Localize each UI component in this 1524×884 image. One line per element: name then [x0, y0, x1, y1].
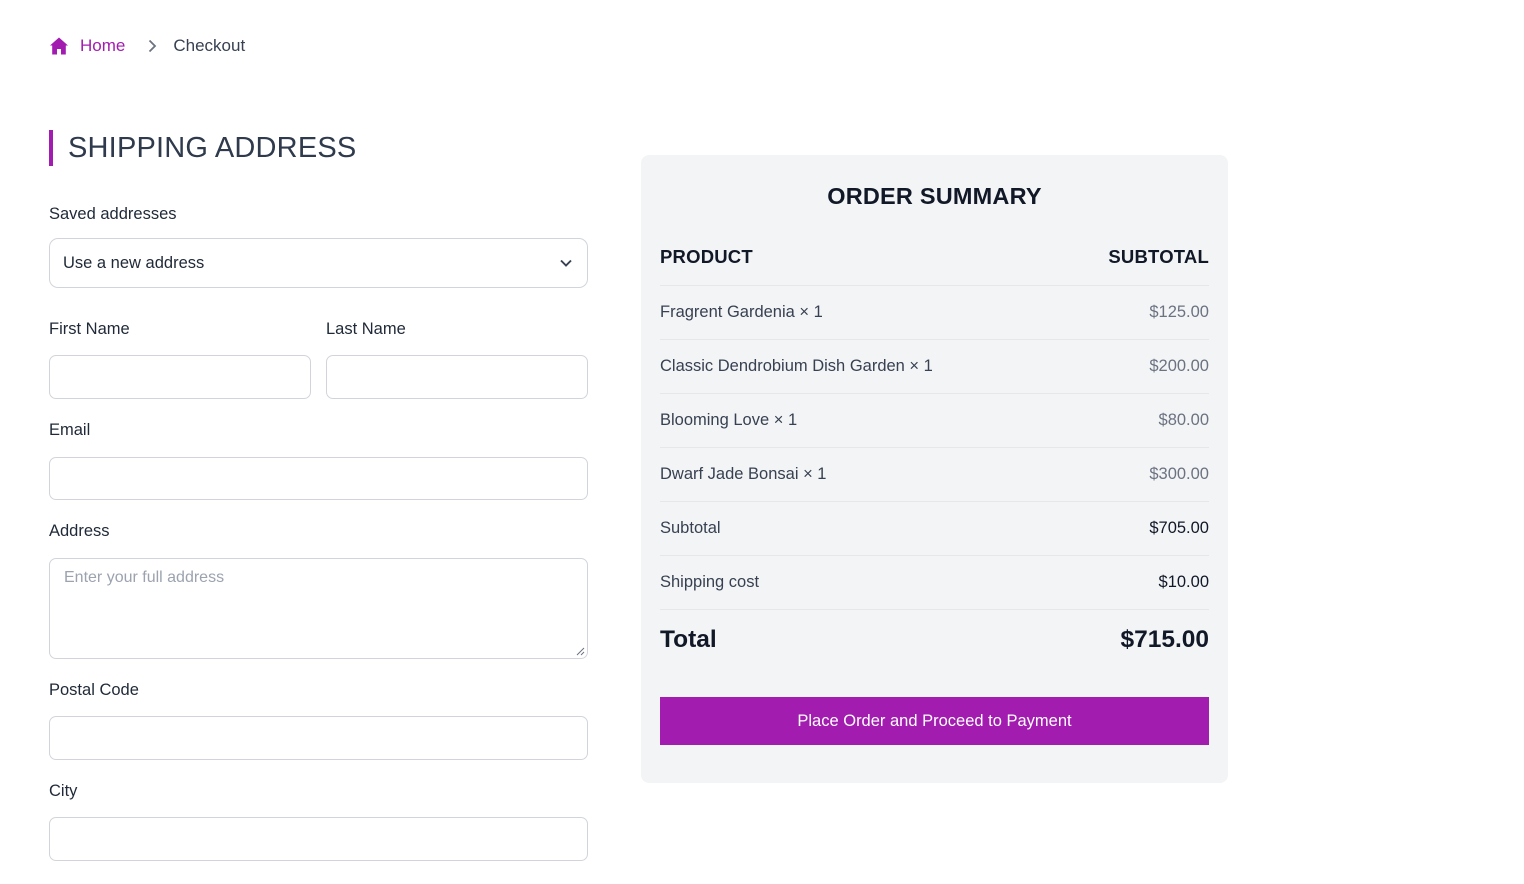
total-label: Total	[660, 625, 717, 653]
total-row: Total $715.00	[660, 609, 1209, 669]
breadcrumb-home-label: Home	[80, 36, 126, 55]
resize-grip-icon[interactable]	[576, 647, 585, 656]
breadcrumb: Home Checkout	[49, 34, 245, 58]
saved-addresses-select[interactable]: Use a new address	[49, 238, 588, 288]
place-order-button[interactable]: Place Order and Proceed to Payment	[660, 697, 1209, 745]
saved-addresses-value: Use a new address	[63, 253, 205, 272]
column-subtotal: SUBTOTAL	[1108, 246, 1209, 267]
order-item-row: Dwarf Jade Bonsai × 1 $300.00	[660, 447, 1209, 501]
address-field	[49, 558, 588, 659]
saved-addresses-label: Saved addresses	[49, 205, 177, 223]
first-name-label: First Name	[49, 320, 130, 338]
email-label: Email	[49, 421, 91, 439]
order-summary-title: ORDER SUMMARY	[827, 183, 1042, 209]
breadcrumb-home-link[interactable]: Home	[49, 36, 125, 56]
order-summary-panel: ORDER SUMMARY PRODUCT SUBTOTAL Fragrent …	[641, 155, 1228, 783]
total-value: $715.00	[1120, 625, 1209, 653]
shipping-address-section: SHIPPING ADDRESS	[49, 130, 588, 166]
shipping-cost-row: Shipping cost $10.00	[660, 555, 1209, 609]
order-item-row: Blooming Love × 1 $80.00	[660, 393, 1209, 447]
last-name-input[interactable]	[327, 356, 587, 398]
item-price: $80.00	[1158, 411, 1209, 429]
email-input[interactable]	[50, 458, 587, 499]
order-summary-rows: Fragrent Gardenia × 1 $125.00 Classic De…	[660, 285, 1209, 669]
postal-code-label: Postal Code	[49, 681, 139, 699]
order-item-row: Classic Dendrobium Dish Garden × 1 $200.…	[660, 339, 1209, 393]
city-input[interactable]	[50, 818, 587, 860]
shipping-cost-label: Shipping cost	[660, 573, 760, 591]
address-label: Address	[49, 522, 110, 540]
item-price: $300.00	[1149, 465, 1209, 483]
item-name: Fragrent Gardenia × 1	[660, 303, 823, 321]
chevron-down-icon	[560, 259, 572, 267]
first-name-field	[49, 355, 311, 399]
subtotal-label: Subtotal	[660, 519, 721, 537]
city-label: City	[49, 782, 78, 800]
postal-code-field	[49, 716, 588, 760]
postal-code-input[interactable]	[50, 717, 587, 759]
order-summary-header: PRODUCT SUBTOTAL	[660, 243, 1209, 271]
item-price: $200.00	[1149, 357, 1209, 375]
shipping-cost-value: $10.00	[1158, 573, 1209, 591]
item-name: Dwarf Jade Bonsai × 1	[660, 465, 827, 483]
breadcrumb-current: Checkout	[173, 36, 246, 55]
subtotal-value: $705.00	[1149, 519, 1209, 537]
item-name: Blooming Love × 1	[660, 411, 798, 429]
last-name-field	[326, 355, 588, 399]
address-textarea[interactable]	[50, 559, 587, 658]
section-title: SHIPPING ADDRESS	[49, 130, 588, 166]
email-field	[49, 457, 588, 500]
item-name: Classic Dendrobium Dish Garden × 1	[660, 357, 933, 375]
item-price: $125.00	[1149, 303, 1209, 321]
chevron-right-icon	[145, 39, 159, 53]
first-name-input[interactable]	[50, 356, 310, 398]
city-field	[49, 817, 588, 861]
column-product: PRODUCT	[660, 246, 753, 267]
last-name-label: Last Name	[326, 320, 406, 338]
subtotal-row: Subtotal $705.00	[660, 501, 1209, 555]
order-item-row: Fragrent Gardenia × 1 $125.00	[660, 285, 1209, 339]
home-icon	[50, 37, 68, 55]
